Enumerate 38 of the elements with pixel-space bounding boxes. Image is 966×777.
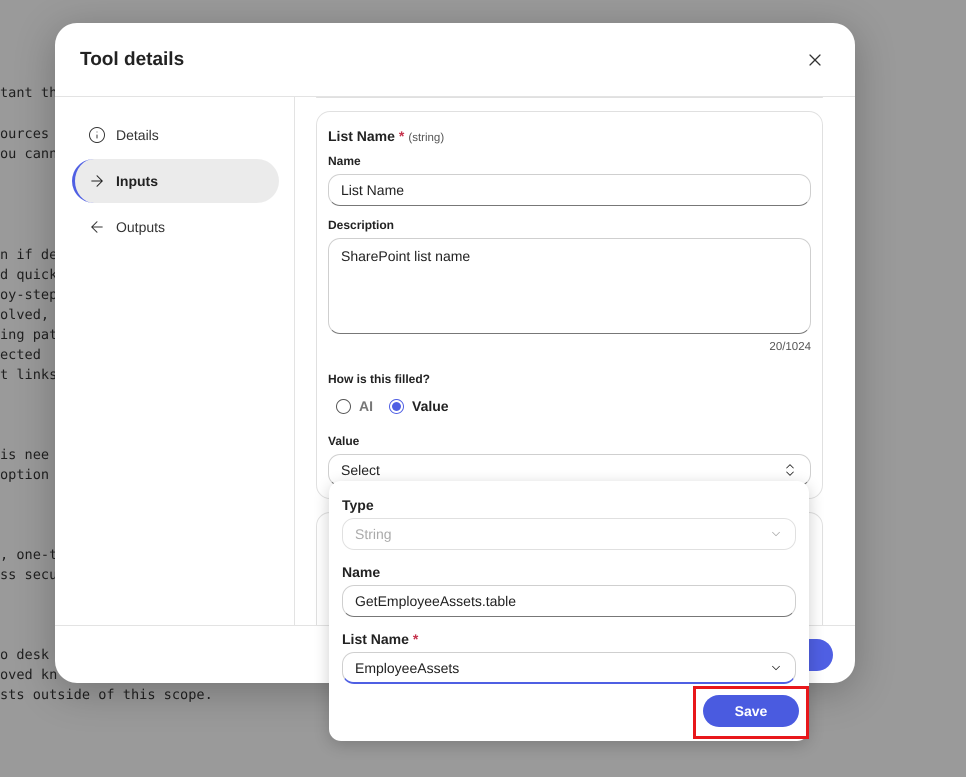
field-label: Type [342, 497, 375, 513]
sidebar-tab[interactable]: Outputs [72, 205, 279, 249]
background-text-line: o desk [0, 646, 50, 665]
info-icon [88, 126, 106, 144]
field-label: List Name [342, 631, 409, 647]
field-label: Value [328, 434, 360, 448]
background-text-line: ected [0, 346, 41, 365]
radio-label: Value [412, 398, 449, 414]
type-hint: (string) [408, 132, 444, 144]
save-button[interactable]: Save [703, 695, 799, 727]
background-text-line: ources [0, 125, 50, 144]
required-asterisk: * [412, 631, 418, 647]
background-text-line: olved, [0, 306, 50, 325]
name-input-field[interactable]: GetEmployeeAssets.table [342, 585, 796, 617]
input-title: List Name [328, 128, 395, 144]
background-text-line: , one-t [0, 546, 58, 565]
list-name-select[interactable]: EmployeeAssets [342, 652, 796, 684]
sidebar-tab[interactable]: Details [72, 113, 279, 157]
background-text-line: oved kn [0, 666, 58, 685]
field-label: Name [328, 154, 362, 168]
radio-button[interactable] [389, 398, 404, 414]
background-text-line: sts outside of this scope. [0, 686, 213, 705]
background-text-line: t links [0, 366, 58, 385]
name-input-field[interactable]: List Name [328, 174, 811, 206]
sidebar-tab[interactable]: Inputs [72, 159, 279, 203]
field-label: Description [328, 218, 396, 232]
background-text-line: option [0, 466, 50, 485]
background-text-line: ing pat [0, 326, 58, 345]
radio-button[interactable] [336, 398, 351, 414]
dialog-title: Tool details [80, 48, 184, 70]
field-label: How is this filled? [328, 372, 432, 386]
required-asterisk: * [398, 128, 404, 144]
description-textarea[interactable]: SharePoint list name [328, 238, 811, 334]
background-text-line: d quick [0, 266, 58, 285]
radio-label: AI [359, 398, 373, 414]
field-label: Name [342, 564, 382, 580]
character-counter: 20/1024 [769, 341, 811, 353]
background-text-line: is nee [0, 446, 50, 465]
